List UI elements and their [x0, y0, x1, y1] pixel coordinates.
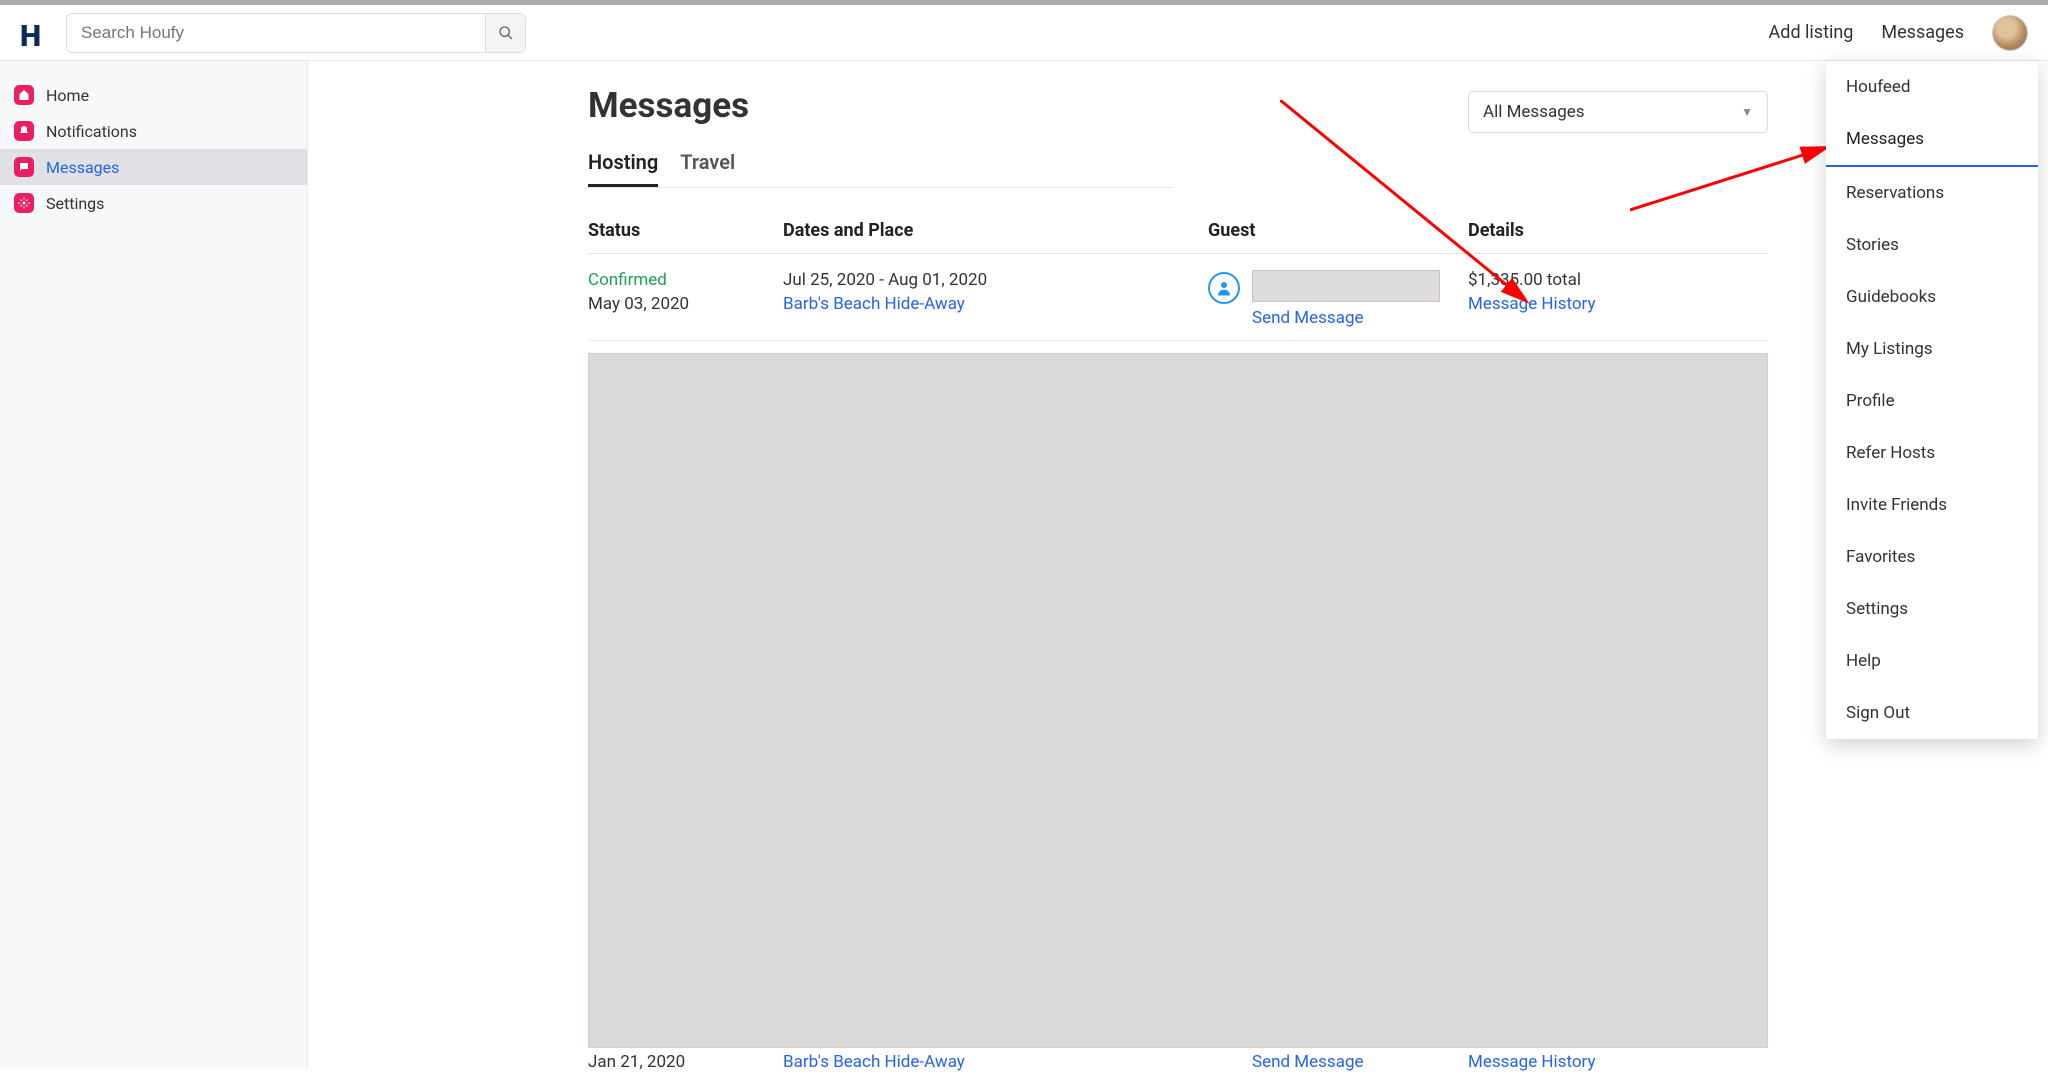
dropdown-item-invite-friends[interactable]: Invite Friends	[1826, 479, 2038, 531]
dropdown-item-settings[interactable]: Settings	[1826, 583, 2038, 635]
sidebar-item-label: Home	[46, 86, 89, 105]
filter-selected-value: All Messages	[1483, 102, 1585, 122]
sidebar: Home Notifications Messages Settings	[0, 61, 308, 1068]
dropdown-item-houfeed[interactable]: Houfeed	[1826, 61, 2038, 113]
sidebar-item-notifications[interactable]: Notifications	[0, 113, 307, 149]
search-input[interactable]	[67, 14, 485, 52]
place-link[interactable]: Barb's Beach Hide-Away	[783, 294, 1208, 314]
date-range: Jul 25, 2020 - Aug 01, 2020	[783, 270, 1208, 290]
messages-filter-select[interactable]: All Messages ▼	[1468, 91, 1768, 133]
search-button[interactable]	[485, 14, 525, 52]
table-row: Jan 21, 2020 Barb's Beach Hide-Away Send…	[588, 1048, 1768, 1086]
sidebar-item-settings[interactable]: Settings	[0, 185, 307, 221]
houfy-logo[interactable]: H	[20, 19, 48, 47]
message-history-link[interactable]: Message History	[1468, 1052, 1768, 1072]
dropdown-item-favorites[interactable]: Favorites	[1826, 531, 2038, 583]
column-details: Details	[1468, 220, 1768, 241]
dropdown-item-profile[interactable]: Profile	[1826, 375, 2038, 427]
dropdown-item-sign-out[interactable]: Sign Out	[1826, 687, 2038, 739]
message-icon	[14, 157, 34, 177]
tab-hosting[interactable]: Hosting	[588, 150, 658, 187]
send-message-link[interactable]: Send Message	[1252, 308, 1440, 328]
app-header: H Add listing Messages	[0, 5, 2048, 61]
home-icon	[14, 85, 34, 105]
header-right: Add listing Messages	[1769, 15, 2036, 51]
status-date: Jan 21, 2020	[588, 1052, 783, 1072]
sidebar-item-label: Settings	[46, 194, 104, 213]
booking-total: $1,335.00 total	[1468, 270, 1768, 290]
message-history-link[interactable]: Message History	[1468, 294, 1768, 314]
guest-name-redacted	[1252, 270, 1440, 302]
main-content: Messages All Messages ▼ Hosting Travel S…	[308, 61, 2048, 1068]
search-icon	[498, 25, 514, 41]
search-container	[66, 13, 526, 53]
messages-link[interactable]: Messages	[1881, 22, 1964, 43]
sidebar-item-messages[interactable]: Messages	[0, 149, 307, 185]
gear-icon	[14, 193, 34, 213]
column-guest: Guest	[1208, 220, 1468, 241]
messages-table: Status Dates and Place Guest Details Con…	[588, 208, 1768, 1086]
table-header: Status Dates and Place Guest Details	[588, 208, 1768, 254]
sidebar-item-label: Messages	[46, 158, 119, 177]
redacted-content-block	[588, 353, 1768, 1048]
tabs: Hosting Travel	[588, 150, 1173, 188]
dropdown-item-stories[interactable]: Stories	[1826, 219, 2038, 271]
status-value: Confirmed	[588, 270, 783, 290]
status-date: May 03, 2020	[588, 294, 783, 314]
tab-travel[interactable]: Travel	[680, 150, 735, 187]
dropdown-item-refer-hosts[interactable]: Refer Hosts	[1826, 427, 2038, 479]
place-link[interactable]: Barb's Beach Hide-Away	[783, 1052, 1208, 1072]
column-status: Status	[588, 220, 783, 241]
dropdown-item-my-listings[interactable]: My Listings	[1826, 323, 2038, 375]
sidebar-item-home[interactable]: Home	[0, 77, 307, 113]
dropdown-item-guidebooks[interactable]: Guidebooks	[1826, 271, 2038, 323]
guest-avatar-icon	[1208, 272, 1240, 304]
user-avatar[interactable]	[1992, 15, 2028, 51]
column-dates: Dates and Place	[783, 220, 1208, 241]
dropdown-item-reservations[interactable]: Reservations	[1826, 167, 2038, 219]
sidebar-item-label: Notifications	[46, 122, 137, 141]
dropdown-item-messages[interactable]: Messages	[1826, 113, 2038, 167]
add-listing-link[interactable]: Add listing	[1769, 22, 1854, 43]
send-message-link[interactable]: Send Message	[1252, 1052, 1364, 1072]
user-dropdown-menu: Houfeed Messages Reservations Stories Gu…	[1826, 61, 2038, 739]
dropdown-item-help[interactable]: Help	[1826, 635, 2038, 687]
chevron-down-icon: ▼	[1741, 105, 1753, 119]
bell-icon	[14, 121, 34, 141]
table-row: Confirmed May 03, 2020 Jul 25, 2020 - Au…	[588, 254, 1768, 341]
